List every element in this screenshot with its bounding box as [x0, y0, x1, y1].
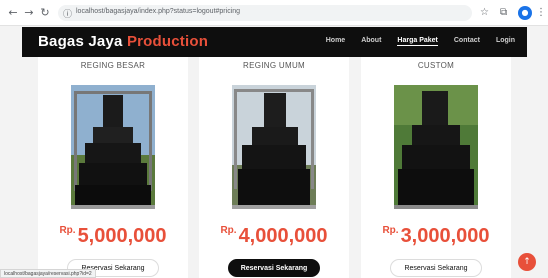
package-title: REGING UMUM	[243, 61, 305, 70]
pricing-card: REGING UMUM Rp. 4,000,000 Reservasi Sekar…	[199, 57, 349, 278]
brand-accent: Production	[126, 33, 209, 50]
extensions-icon[interactable]: ⧉	[500, 6, 507, 20]
price-currency: Rp.	[382, 225, 399, 236]
sound-system-photo	[232, 85, 316, 209]
status-bar-url: localhost/bagasjaya/reservasi.php?id=2	[0, 269, 96, 278]
browser-menu-icon[interactable]: ⋮	[536, 6, 546, 20]
profile-avatar-icon[interactable]: ●	[518, 6, 532, 20]
price-currency: Rp.	[220, 225, 237, 236]
bookmark-star-icon[interactable]: ☆	[480, 6, 489, 20]
scroll-to-top-icon[interactable]: ↑	[518, 253, 536, 271]
nav-login[interactable]: Login	[496, 37, 515, 46]
brand-name: Bagas Jaya	[38, 33, 123, 50]
sound-system-photo	[394, 85, 478, 209]
address-bar[interactable]: ⓘ localhost/bagasjaya/index.php?status=l…	[58, 5, 472, 21]
brand-logo[interactable]: Bagas Jaya Production	[38, 33, 208, 50]
nav-home[interactable]: Home	[326, 37, 345, 46]
site-info-icon[interactable]: ⓘ	[63, 7, 72, 20]
nav-about[interactable]: About	[361, 37, 381, 46]
price-amount: 4,000,000	[238, 225, 328, 247]
package-price: Rp. 4,000,000	[199, 225, 349, 248]
url-text: localhost/bagasjaya/index.php?status=log…	[76, 8, 241, 15]
price-amount: 5,000,000	[77, 225, 167, 247]
forward-icon[interactable]: →	[22, 6, 36, 20]
package-title: REGING BESAR	[80, 61, 146, 70]
sound-system-photo	[71, 85, 155, 209]
nav-harga-paket[interactable]: Harga Paket	[397, 37, 438, 46]
reservasi-button[interactable]: Reservasi Sekarang	[390, 259, 482, 277]
pricing-card: REGING BESAR Rp. 5,000,000 Reservasi Seka…	[38, 57, 188, 278]
package-price: Rp. 5,000,000	[38, 225, 188, 248]
nav-contact[interactable]: Contact	[454, 37, 480, 46]
browser-toolbar: ← → ↻ ⓘ localhost/bagasjaya/index.php?st…	[0, 0, 548, 26]
back-icon[interactable]: ←	[6, 6, 20, 20]
nav-menu: Home About Harga Paket Contact Login	[326, 37, 515, 46]
package-title: CUSTOM	[417, 61, 455, 70]
pricing-card: CUSTOM Rp. 3,000,000 Reservasi Sekarang	[361, 57, 511, 278]
site-navbar: Bagas Jaya Production Home About Harga P…	[22, 27, 527, 57]
package-price: Rp. 3,000,000	[361, 225, 511, 248]
reservasi-button[interactable]: Reservasi Sekarang	[228, 259, 320, 277]
price-currency: Rp.	[59, 225, 76, 236]
reload-icon[interactable]: ↻	[38, 6, 52, 20]
price-amount: 3,000,000	[400, 225, 490, 247]
